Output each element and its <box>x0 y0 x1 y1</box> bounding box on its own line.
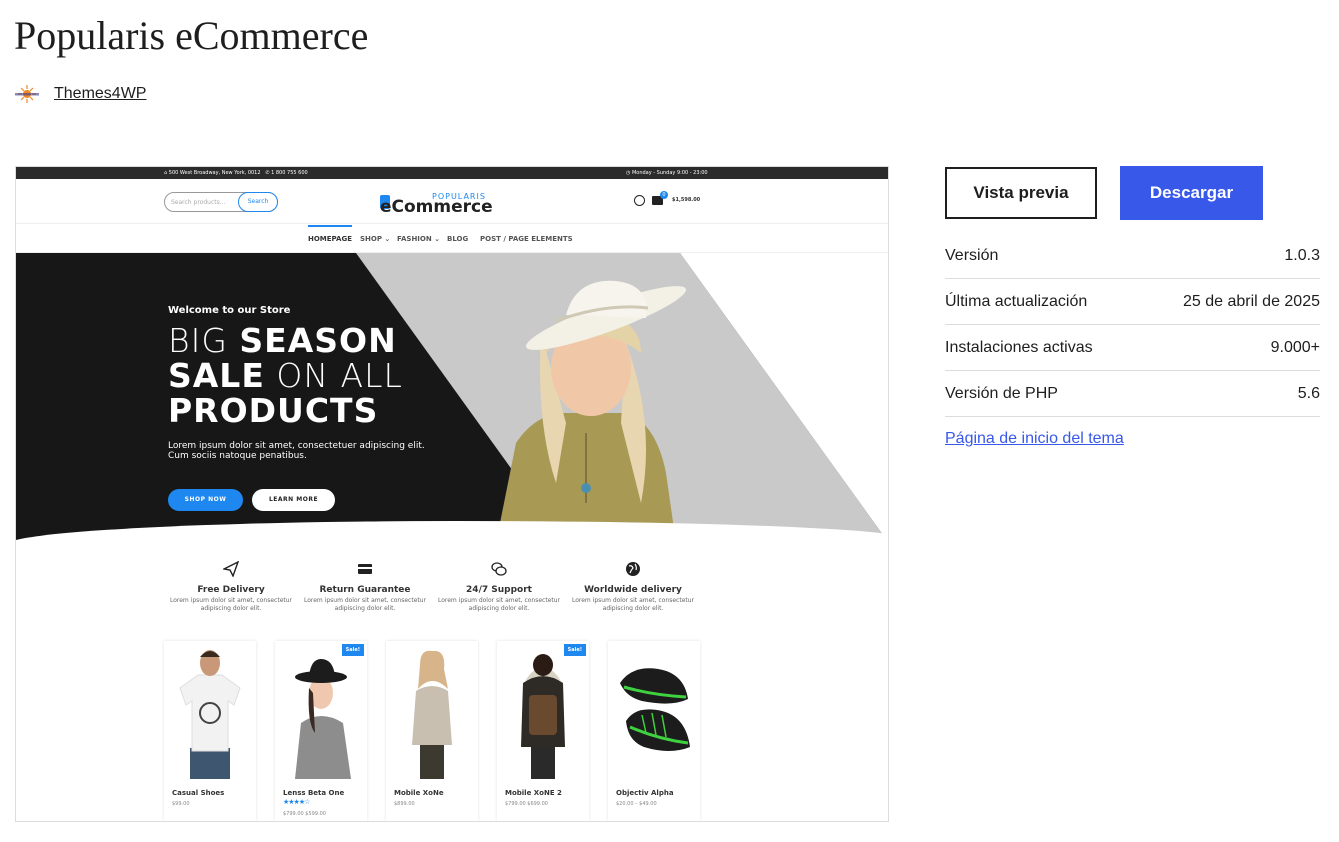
shop-now-button: SHOP NOW <box>168 489 243 511</box>
feature-title: Worldwide delivery <box>584 585 682 595</box>
headline-products: PRODUCTS <box>168 391 379 430</box>
menu-item-fashion: FASHION ⌄ <box>397 235 441 243</box>
topbar-phone: 1 800 755 600 <box>271 170 308 176</box>
product-name: Objectiv Alpha <box>616 789 674 797</box>
author-link[interactable]: Themes4WP <box>54 85 146 103</box>
topbar-hours: Monday - Sunday 9:00 - 23:00 <box>631 170 708 176</box>
meta-label: Instalaciones activas <box>945 338 1093 356</box>
menu-item-homepage: HOMEPAGE <box>308 225 352 243</box>
theme-homepage-link[interactable]: Página de inicio del tema <box>945 430 1124 448</box>
search-button: Search <box>238 192 278 212</box>
screenshot-search: Search products... Search <box>164 192 278 212</box>
topbar-hours-wrap: ◷ Monday - Sunday 9:00 - 23:00 <box>626 170 708 176</box>
product-card: Sale! Mobile XoNE 2 $799.00 $699.00 <box>497 641 589 821</box>
product-price: $99.00 <box>172 801 190 807</box>
meta-active-installs: Instalaciones activas 9.000+ <box>945 325 1320 371</box>
user-icon <box>634 195 645 206</box>
learn-more-button: LEARN MORE <box>252 489 335 511</box>
cart-count: 0 <box>660 191 668 199</box>
product-image-sneakers <box>620 668 690 751</box>
screenshot-menu: HOMEPAGE SHOP ⌄ FASHION ⌄ BLOG POST / PA… <box>16 223 888 253</box>
meta-label: Versión <box>945 246 999 264</box>
hero-banner: Welcome to our Store BIG SEASON SALE ON … <box>16 253 888 553</box>
cart-total: $1,598.00 <box>672 197 701 203</box>
sale-badge: Sale! <box>341 644 364 656</box>
topbar-address: 500 West Broadway, New York, 0012 <box>168 170 261 176</box>
feature-desc: Lorem ipsum dolor sit amet, consectetur … <box>303 597 427 612</box>
product-name: Mobile XoNe <box>394 789 444 797</box>
meta-label: Versión de PHP <box>945 384 1058 402</box>
product-price: $899.00 <box>394 801 415 807</box>
hero-wave <box>16 521 888 553</box>
logo-main-text: eCommerce <box>380 197 493 217</box>
feature-title: Free Delivery <box>197 585 265 595</box>
product-card: Sale! Lenss Beta One ★★★★☆ $799.00 $599.… <box>275 641 367 821</box>
product-image-backpack <box>521 654 565 779</box>
product-name: Mobile XoNE 2 <box>505 789 562 797</box>
feature-worldwide: Worldwide delivery Lorem ipsum dolor sit… <box>568 561 698 613</box>
theme-meta-list: Versión 1.0.3 Última actualización 25 de… <box>945 233 1320 417</box>
topbar-contact: ⌂ 500 West Broadway, New York, 0012 ✆ 1 … <box>164 170 308 176</box>
theme-screenshot: ⌂ 500 West Broadway, New York, 0012 ✆ 1 … <box>15 166 889 822</box>
meta-value: 5.6 <box>1297 384 1320 402</box>
credit-card-icon <box>358 564 372 574</box>
headline-big: BIG <box>168 321 240 360</box>
feature-support: 24/7 Support Lorem ipsum dolor sit amet,… <box>434 561 564 613</box>
feature-title: Return Guarantee <box>319 585 411 595</box>
popularis-logo: POPULARIS eCommerce <box>380 189 493 217</box>
menu-item-post-elements: POST / PAGE ELEMENTS <box>480 235 573 243</box>
product-name: Lenss Beta One <box>283 789 345 797</box>
screenshot-topbar: ⌂ 500 West Broadway, New York, 0012 ✆ 1 … <box>16 167 888 179</box>
meta-last-updated: Última actualización 25 de abril de 2025 <box>945 279 1320 325</box>
author-row: Themes4WP <box>14 84 146 104</box>
hero-model-image <box>496 280 687 543</box>
hero-welcome: Welcome to our Store <box>168 305 291 316</box>
chat-bubbles-icon <box>491 562 507 576</box>
themes4wp-logo-icon <box>14 84 40 104</box>
menu-item-blog: BLOG <box>447 235 469 243</box>
hero-headline: BIG SEASON SALE ON ALL PRODUCTS <box>168 323 403 428</box>
sale-badge: Sale! <box>563 644 586 656</box>
product-card: Mobile XoNe $899.00 <box>386 641 478 821</box>
product-image-woman-hat <box>295 659 351 779</box>
headline-season: SEASON <box>239 321 397 360</box>
meta-value: 1.0.3 <box>1284 246 1320 264</box>
feature-desc: Lorem ipsum dolor sit amet, consectetur … <box>169 597 293 612</box>
meta-php-version: Versión de PHP 5.6 <box>945 371 1320 417</box>
meta-value: 9.000+ <box>1270 338 1320 356</box>
feature-return-guarantee: Return Guarantee Lorem ipsum dolor sit a… <box>300 561 430 613</box>
meta-version: Versión 1.0.3 <box>945 233 1320 279</box>
hero-description: Lorem ipsum dolor sit amet, consectetuer… <box>168 441 425 461</box>
paper-plane-icon <box>221 560 240 578</box>
product-image-woman-sweater <box>412 650 452 779</box>
menu-item-shop: SHOP ⌄ <box>360 235 391 243</box>
product-name: Casual Shoes <box>172 789 225 797</box>
header-icons: 0 $1,598.00 <box>634 191 714 208</box>
product-price: $20.00 – $49.00 <box>616 801 657 807</box>
page-title: Popularis eCommerce <box>14 13 369 58</box>
meta-value: 25 de abril de 2025 <box>1183 292 1320 310</box>
headline-sale: SALE <box>168 356 265 395</box>
meta-label: Última actualización <box>945 292 1088 310</box>
feature-title: 24/7 Support <box>466 585 532 595</box>
search-placeholder: Search products... <box>171 199 226 206</box>
product-card: Objectiv Alpha $20.00 – $49.00 <box>608 641 700 821</box>
preview-button[interactable]: Vista previa <box>945 167 1097 219</box>
headline-on-all: ON ALL <box>264 356 403 395</box>
feature-desc: Lorem ipsum dolor sit amet, consectetur … <box>437 597 561 612</box>
product-price: $799.00 $699.00 <box>505 801 548 807</box>
feature-desc: Lorem ipsum dolor sit amet, consectetur … <box>571 597 695 612</box>
download-button[interactable]: Descargar <box>1120 166 1263 220</box>
product-rating-stars: ★★★★☆ <box>283 798 310 806</box>
product-image-tshirt-man <box>179 650 241 779</box>
feature-free-delivery: Free Delivery Lorem ipsum dolor sit amet… <box>166 560 296 613</box>
globe-icon <box>626 562 640 576</box>
product-price: $799.00 $599.00 <box>283 811 326 817</box>
product-card: Casual Shoes $99.00 <box>164 641 256 821</box>
